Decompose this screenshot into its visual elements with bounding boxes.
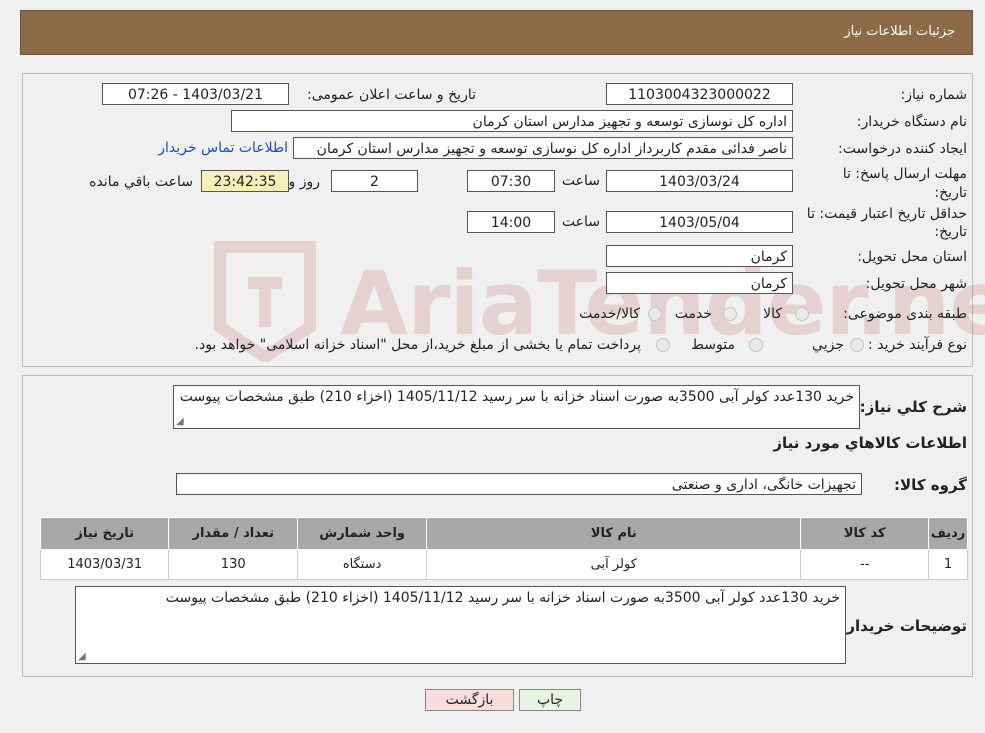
creator-label: ایجاد کننده درخواست: <box>838 141 967 157</box>
process-minor-radio[interactable] <box>850 338 864 352</box>
items-heading: اطلاعات کالاهاي مورد نیاز <box>773 434 967 452</box>
cell-row: 1 <box>928 549 968 580</box>
process-label: نوع فرآیند خرید : <box>868 337 967 353</box>
print-button[interactable]: چاپ <box>519 689 581 711</box>
remaining-days-field: 2 <box>331 170 418 192</box>
validity-label: حداقل تاریخ اعتبار قیمت: تا <box>806 206 967 222</box>
process-medium-label: متوسط <box>691 337 735 353</box>
summary-text: خرید 130عدد کولر آبی 3500به صورت اسناد خ… <box>179 389 854 405</box>
category-goods-radio[interactable] <box>795 307 809 321</box>
col-date-header: تاریخ نیاز <box>39 517 170 550</box>
need-number-field: 1103004323000022 <box>606 83 793 105</box>
back-button[interactable]: بازگشت <box>425 689 514 711</box>
buyer-notes-label: توضیحات خریدار: <box>840 617 967 635</box>
summary-label: شرح کلي نیاز: <box>859 398 967 416</box>
city-field: کرمان <box>606 272 793 294</box>
category-goods-label: کالا <box>763 306 782 322</box>
validity-time-field: 14:00 <box>467 211 555 233</box>
remaining-time-field: 23:42:35 <box>201 170 289 192</box>
city-label: شهر محل تحویل: <box>865 276 967 292</box>
summary-textarea[interactable]: خرید 130عدد کولر آبی 3500به صورت اسناد خ… <box>173 385 860 429</box>
col-name-header: نام کالا <box>426 517 802 550</box>
category-service-radio[interactable] <box>723 307 737 321</box>
buyer-org-label: نام دستگاه خریدار: <box>856 114 967 130</box>
buyer-notes-text: خرید 130عدد کولر آبی 3500به صورت اسناد خ… <box>165 590 840 606</box>
days-and-label: روز و <box>288 174 321 190</box>
cell-date: 1403/03/31 <box>39 549 170 580</box>
process-minor-label: جزيي <box>812 337 844 353</box>
page-header: جزئیات اطلاعات نیاز <box>20 10 973 55</box>
validity-label-2: تاریخ: <box>934 224 967 240</box>
table-header-row: ردیف کد کالا نام کالا واحد شمارش تعداد /… <box>39 517 968 550</box>
deadline-time-field: 07:30 <box>467 170 555 192</box>
cell-unit: دستگاه <box>297 549 428 580</box>
process-medium-radio[interactable] <box>749 338 763 352</box>
cell-name: کولر آبی <box>426 549 802 580</box>
cell-code: -- <box>800 549 930 580</box>
treasury-payment-radio[interactable] <box>656 338 670 352</box>
category-goods-service-label: کالا/خدمت <box>579 306 640 322</box>
announce-label: تاریخ و ساعت اعلان عمومی: <box>307 87 476 103</box>
goods-group-field: تجهیزات خانگی، اداری و صنعتی <box>176 473 862 495</box>
deadline-label-2: تاریخ: <box>934 185 967 201</box>
treasury-payment-note: پرداخت تمام یا بخشی از مبلغ خرید،از محل … <box>194 337 641 353</box>
resize-grip-icon[interactable]: ◢ <box>78 652 86 662</box>
resize-grip-icon[interactable]: ◢ <box>176 417 184 427</box>
category-service-label: خدمت <box>674 306 712 322</box>
validity-time-label: ساعت <box>561 214 600 230</box>
buyer-org-field: اداره کل نوسازی توسعه و تجهیز مدارس استا… <box>231 110 793 132</box>
page-title: جزئیات اطلاعات نیاز <box>844 24 955 39</box>
category-goods-service-radio[interactable] <box>648 307 662 321</box>
col-unit-header: واحد شمارش <box>297 517 428 550</box>
creator-field: ناصر فدائی مقدم کاربرداز اداره کل نوسازی… <box>293 137 793 159</box>
category-label: طبقه بندی موضوعی: <box>843 306 967 322</box>
province-label: استان محل تحویل: <box>857 249 967 265</box>
buyer-notes-textarea[interactable]: خرید 130عدد کولر آبی 3500به صورت اسناد خ… <box>75 586 846 664</box>
table-row: 1 -- کولر آبی دستگاه 130 1403/03/31 <box>39 549 968 580</box>
cell-qty: 130 <box>168 549 299 580</box>
buyer-contact-link[interactable]: اطلاعات تماس خریدار <box>158 140 288 156</box>
remaining-label: ساعت باقي مانده <box>89 174 193 190</box>
announce-datetime-field: 1403/03/21 - 07:26 <box>102 83 289 105</box>
need-number-label: شماره نیاز: <box>900 87 968 103</box>
validity-date-field: 1403/05/04 <box>606 211 793 233</box>
province-field: کرمان <box>606 245 793 267</box>
items-table: ردیف کد کالا نام کالا واحد شمارش تعداد /… <box>39 517 968 580</box>
col-qty-header: تعداد / مقدار <box>168 517 299 550</box>
goods-group-label: گروه کالا: <box>894 476 967 494</box>
deadline-time-label: ساعت <box>561 173 600 189</box>
col-code-header: کد کالا <box>800 517 930 550</box>
deadline-date-field: 1403/03/24 <box>606 170 793 192</box>
deadline-label: مهلت ارسال پاسخ: تا <box>842 166 967 182</box>
col-row-header: ردیف <box>928 517 968 550</box>
